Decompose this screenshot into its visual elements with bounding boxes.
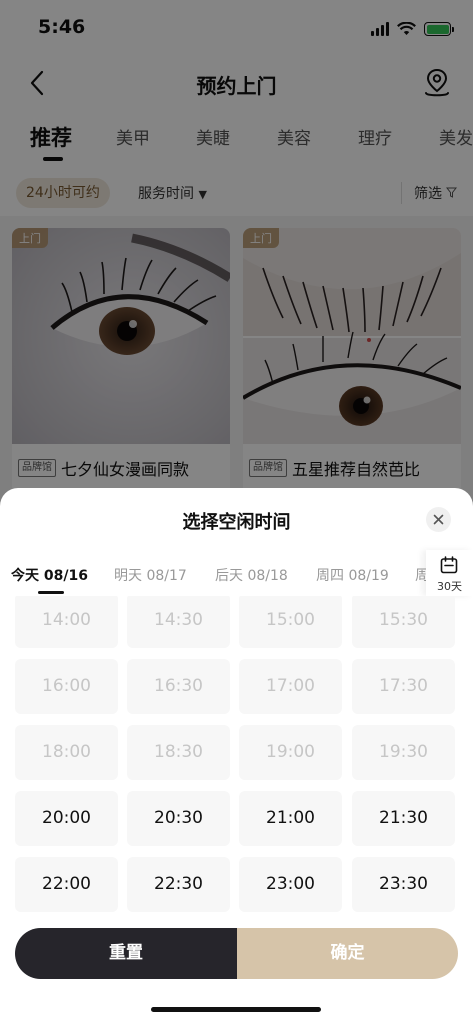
calendar-label: 30天 — [437, 580, 462, 593]
time-slot[interactable]: 21:30 — [352, 791, 455, 846]
time-slot: 16:00 — [15, 659, 118, 714]
time-picker-sheet: 选择空闲时间 今天 08/16 明天 08/17 后天 08/18 周四 08/… — [0, 488, 473, 1024]
time-slot: 15:30 — [352, 596, 455, 648]
day-tab-day-after[interactable]: 后天 08/18 — [215, 565, 288, 585]
day-tabs: 今天 08/16 明天 08/17 后天 08/18 周四 08/19 周 30… — [0, 550, 473, 596]
confirm-button[interactable]: 确定 — [237, 928, 458, 979]
time-slot: 14:00 — [15, 596, 118, 648]
time-slot: 19:00 — [239, 725, 342, 780]
time-slot: 15:00 — [239, 596, 342, 648]
time-slot: 17:30 — [352, 659, 455, 714]
time-slot[interactable]: 23:30 — [352, 857, 455, 912]
time-slot: 18:30 — [127, 725, 230, 780]
calendar-button[interactable]: 30天 — [426, 550, 473, 596]
day-tab-thursday[interactable]: 周四 08/19 — [316, 565, 389, 585]
time-slot: 17:00 — [239, 659, 342, 714]
home-indicator — [151, 1007, 321, 1012]
close-button[interactable] — [426, 507, 451, 532]
calendar-icon — [440, 556, 458, 574]
time-slot[interactable]: 22:30 — [127, 857, 230, 912]
day-tab-tomorrow[interactable]: 明天 08/17 — [114, 565, 187, 585]
time-slot: 16:30 — [127, 659, 230, 714]
time-slot: 19:30 — [352, 725, 455, 780]
day-tab-today[interactable]: 今天 08/16 — [11, 565, 88, 585]
time-slot[interactable]: 20:30 — [127, 791, 230, 846]
reset-button[interactable]: 重置 — [15, 928, 237, 979]
time-slot-grid: 14:00 14:30 15:00 15:30 16:00 16:30 17:00 17:30… — [0, 596, 473, 922]
time-slot[interactable]: 23:00 — [239, 857, 342, 912]
time-slot[interactable]: 20:00 — [15, 791, 118, 846]
day-tab-indicator — [38, 591, 64, 594]
time-slot: 18:00 — [15, 725, 118, 780]
time-slot[interactable]: 21:00 — [239, 791, 342, 846]
close-icon — [433, 514, 444, 525]
time-slot[interactable]: 22:00 — [15, 857, 118, 912]
sheet-title: 选择空闲时间 — [182, 512, 291, 533]
time-slot: 14:30 — [127, 596, 230, 648]
